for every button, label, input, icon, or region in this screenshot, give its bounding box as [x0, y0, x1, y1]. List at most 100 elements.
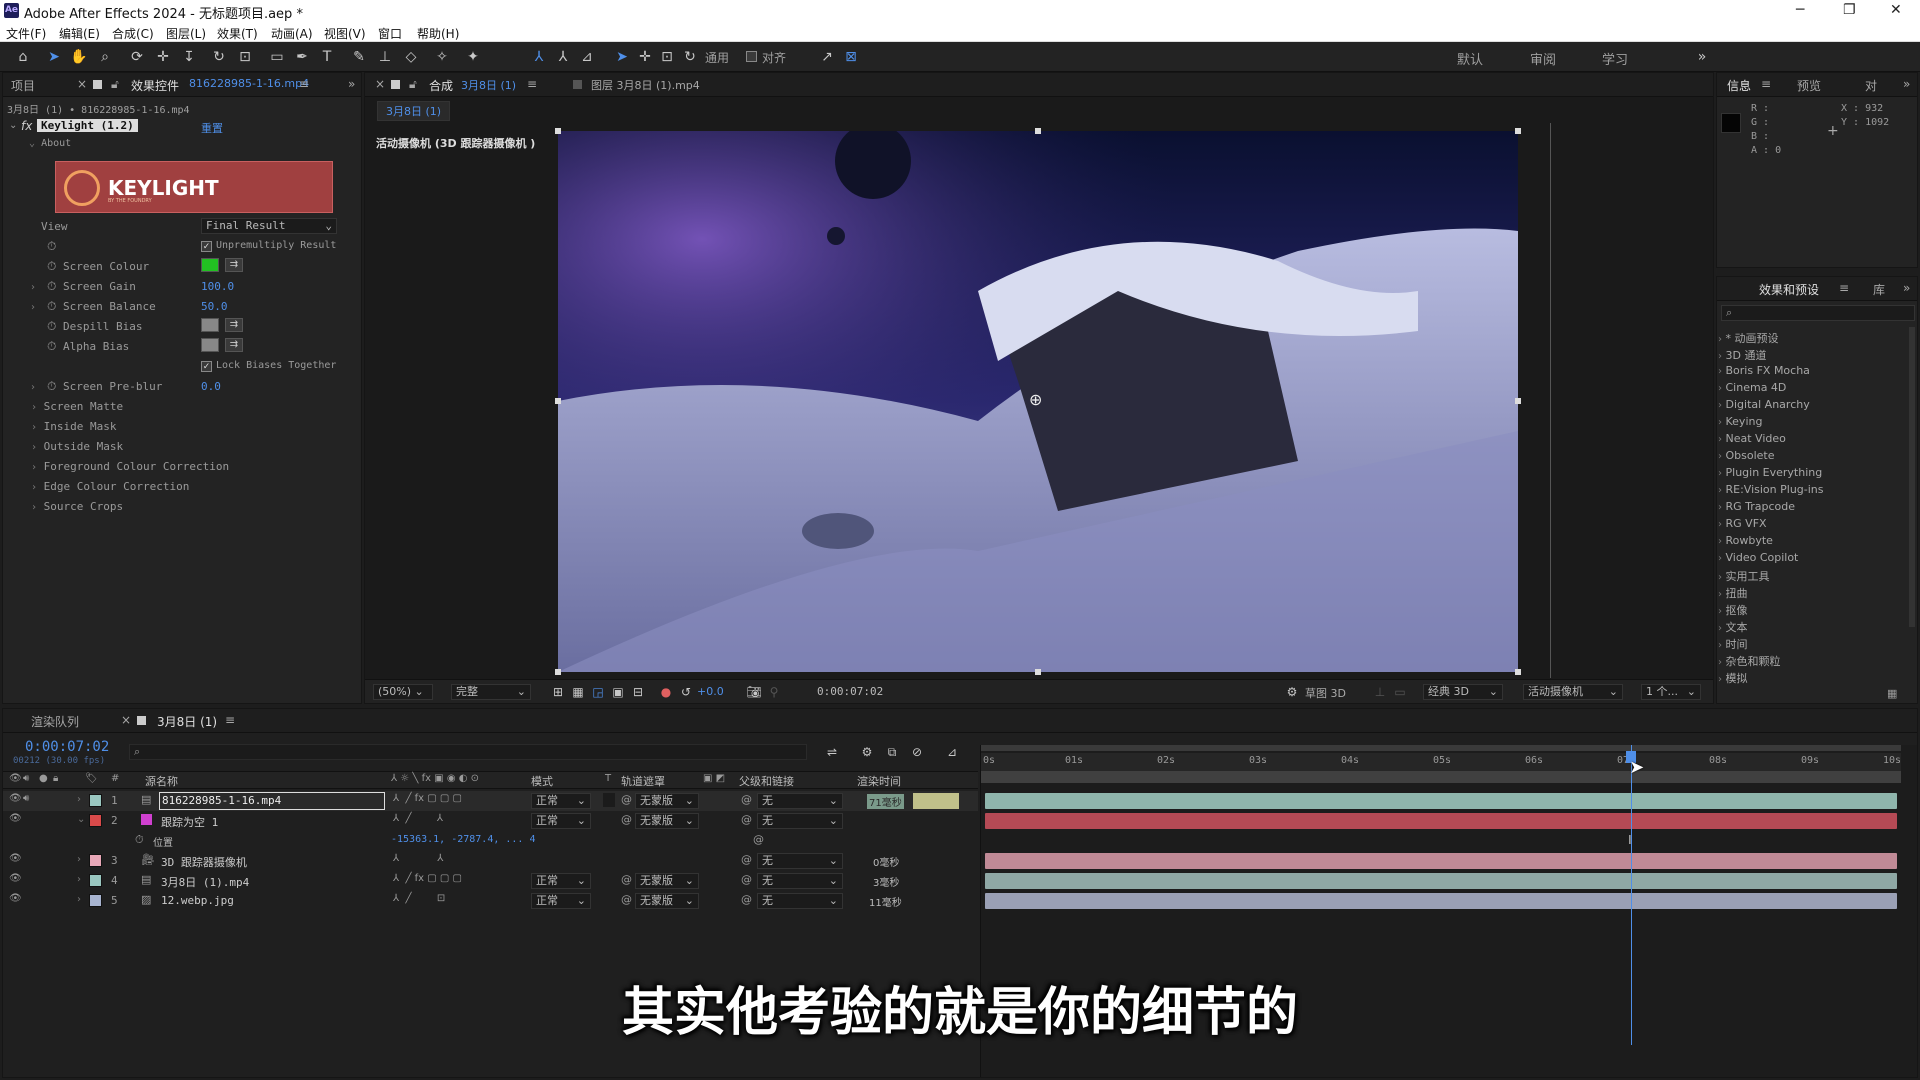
workspace-more-icon[interactable]: »: [1693, 48, 1711, 66]
new-folder-icon[interactable]: ▦: [1887, 687, 1897, 700]
lock-column-icon[interactable]: 🔒︎: [53, 773, 58, 784]
menu-effect[interactable]: 效果(T): [217, 25, 258, 42]
layer-mode-select[interactable]: 正常 ⌄: [531, 873, 591, 889]
effects-menu-icon[interactable]: ≡: [1839, 281, 1849, 295]
anchor-tool-icon[interactable]: ⊡: [236, 48, 254, 66]
bounds-handle[interactable]: [555, 128, 561, 134]
position-value[interactable]: -15363.1, -2787.4, ... 4: [391, 834, 536, 845]
scale-3d-icon[interactable]: ⊡: [658, 48, 676, 66]
restore-icon[interactable]: ❐: [1843, 2, 1856, 18]
layer-parent-select[interactable]: 无 ⌄: [757, 853, 843, 869]
snap-icon[interactable]: ↗: [818, 48, 836, 66]
workspace-default[interactable]: 默认: [1457, 49, 1483, 68]
effects-category[interactable]: › RG Trapcode: [1718, 500, 1795, 513]
eraser-icon[interactable]: ◇: [402, 48, 420, 66]
screen-colour-eyedropper-icon[interactable]: ⇉: [225, 258, 243, 272]
tab-timeline-comp[interactable]: 3月8日 (1): [157, 713, 217, 730]
graph-editor-icon[interactable]: ⊿: [943, 743, 961, 761]
video-toggle-icon[interactable]: 👁︎: [9, 773, 22, 784]
bounds-handle[interactable]: [1515, 669, 1521, 675]
effect-name[interactable]: Keylight (1.2): [37, 119, 138, 132]
layer-label-swatch[interactable]: [89, 794, 102, 807]
menu-composition[interactable]: 合成(C): [112, 25, 154, 42]
bounds-handle[interactable]: [555, 669, 561, 675]
layer-name[interactable]: 跟踪为空 1: [161, 814, 218, 830]
fx-icon[interactable]: fx: [21, 119, 32, 133]
layer-row-4[interactable]: 👁︎ › 4 ▤ 3月8日 (1).mp4 ⅄ ╱ fx ▢ ▢ ▢ 正常 ⌄ …: [3, 871, 978, 891]
zoom-tool-icon[interactable]: ⌕: [96, 48, 114, 66]
3d-ground-icon[interactable]: ⊥: [1371, 683, 1389, 701]
snap-target-icon[interactable]: ⊠: [842, 48, 860, 66]
bounds-handle[interactable]: [1035, 128, 1041, 134]
effects-category[interactable]: › RE:Vision Plug-ins: [1718, 483, 1824, 496]
menu-animation[interactable]: 动画(A): [271, 25, 313, 42]
layer-name[interactable]: 816228985-1-16.mp4: [159, 792, 385, 810]
draft3d-toggle-icon[interactable]: ⚙: [858, 743, 876, 761]
layer-visibility-icon[interactable]: 👁︎: [9, 873, 22, 884]
track-matte-pickwhip-icon[interactable]: @: [621, 793, 632, 806]
layer-visibility-icon[interactable]: 👁︎: [9, 853, 22, 864]
draft3d-label[interactable]: 草图 3D: [1305, 685, 1346, 701]
effects-category[interactable]: › RG VFX: [1718, 517, 1767, 530]
parent-pickwhip-icon[interactable]: @: [741, 893, 752, 906]
comp-flowchart-icon[interactable]: ⇌: [823, 743, 841, 761]
parent-header[interactable]: 父级和链接: [739, 773, 794, 789]
rotate-tool-icon[interactable]: ↻: [210, 48, 228, 66]
menu-view[interactable]: 视图(V): [324, 25, 366, 42]
label-column-icon[interactable]: 🏷︎: [85, 773, 98, 784]
effects-category[interactable]: › * 动画预设: [1718, 330, 1779, 346]
menu-window[interactable]: 窗口: [378, 25, 402, 42]
pan-tool-icon[interactable]: ✛: [154, 48, 172, 66]
preserve-transparency-toggle[interactable]: [603, 793, 615, 807]
layer-duration-bar[interactable]: [985, 873, 1897, 889]
fast-preview-icon[interactable]: ⊞: [549, 683, 567, 701]
layer-audio-icon[interactable]: 🔊︎: [23, 793, 29, 804]
effects-category[interactable]: › Plugin Everything: [1718, 466, 1822, 479]
viewer-menu-icon[interactable]: ≡: [527, 77, 537, 91]
parent-pickwhip-icon[interactable]: @: [741, 853, 752, 866]
layer-row-1[interactable]: 👁︎ 🔊︎ › 1 ▤ 816228985-1-16.mp4 ⅄ ╱ fx ▢ …: [3, 791, 978, 811]
dolly-tool-icon[interactable]: ↧: [180, 48, 198, 66]
hide-shy-icon[interactable]: ⧉: [883, 743, 901, 761]
effects-search-input[interactable]: ⌕: [1721, 305, 1915, 321]
screen-balance-chevron-icon[interactable]: ›: [31, 302, 35, 313]
reset-exposure-icon[interactable]: ↺: [677, 683, 695, 701]
layer-track-matte-select[interactable]: 无蒙版 ⌄: [635, 813, 699, 829]
source-name-header[interactable]: 源名称: [145, 773, 178, 789]
timeline-tab-close-icon[interactable]: ×: [121, 713, 131, 727]
position-pickwhip-icon[interactable]: @: [753, 833, 764, 846]
close-icon[interactable]: ✕: [1890, 2, 1902, 18]
snapshot-icon[interactable]: 📷︎: [745, 683, 763, 701]
screen-gain-stopwatch-icon[interactable]: ⏱︎: [47, 279, 56, 294]
layer-switches[interactable]: ⅄ ╱ ⅄: [393, 813, 443, 824]
screen-balance-stopwatch-icon[interactable]: ⏱︎: [47, 299, 56, 314]
puppet-pin-icon[interactable]: ✦: [464, 48, 482, 66]
despill-swatch[interactable]: [201, 318, 219, 332]
parent-pickwhip-icon[interactable]: @: [741, 793, 752, 806]
viewer-lock-icon[interactable]: 🔓︎: [409, 77, 417, 92]
layer-switches[interactable]: ⅄ ⅄: [393, 853, 443, 864]
view-layout-select[interactable]: 1 个... ⌄: [1641, 684, 1701, 700]
position-property-row[interactable]: ⏱︎ 位置 -15363.1, -2787.4, ... 4 @: [3, 831, 978, 851]
preblur-stopwatch-icon[interactable]: ⏱︎: [47, 379, 56, 394]
alpha-bias-swatch[interactable]: [201, 338, 219, 352]
parent-pickwhip-icon[interactable]: @: [741, 813, 752, 826]
track-matte-pickwhip-icon[interactable]: @: [621, 873, 632, 886]
channel-icon[interactable]: ●: [657, 683, 675, 701]
layer-expand-icon[interactable]: ›: [77, 894, 81, 905]
brush-tool-icon[interactable]: ✎: [350, 48, 368, 66]
layer-parent-select[interactable]: 无 ⌄: [757, 873, 843, 889]
menu-help[interactable]: 帮助(H): [417, 25, 459, 42]
inside-mask-group[interactable]: › Inside Mask: [31, 420, 117, 440]
source-crops-group[interactable]: › Source Crops: [31, 500, 123, 520]
layer-visibility-icon[interactable]: 👁︎: [9, 893, 22, 904]
show-snapshot-icon[interactable]: ⚲: [765, 683, 783, 701]
workspace-learn[interactable]: 学习: [1602, 49, 1628, 68]
layer-switches[interactable]: ⅄ ╱ ⊡: [393, 893, 445, 904]
menu-file[interactable]: 文件(F): [6, 25, 46, 42]
draft3d-icon[interactable]: ⚙: [1283, 683, 1301, 701]
type-tool-icon[interactable]: T: [318, 48, 336, 66]
extended-viewer-icon[interactable]: ▭: [1391, 683, 1409, 701]
bounds-handle[interactable]: [1035, 669, 1041, 675]
roto-brush-icon[interactable]: ✧: [433, 48, 451, 66]
